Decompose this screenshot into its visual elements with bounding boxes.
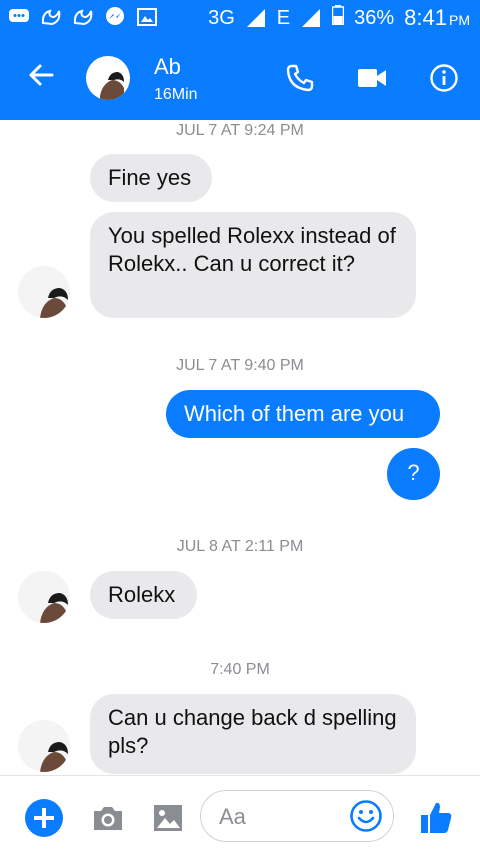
- message-bubble-outgoing[interactable]: ?: [387, 448, 440, 500]
- message-bubble-outgoing[interactable]: Which of them are you: [166, 390, 440, 438]
- message-bubble-incoming[interactable]: Fine yes: [90, 154, 212, 202]
- phone-icon[interactable]: [280, 58, 320, 98]
- composer-bar: [0, 775, 480, 855]
- emoji-icon[interactable]: [349, 799, 383, 833]
- uc-browser-icon: [40, 6, 62, 28]
- message-input-container[interactable]: [200, 790, 394, 842]
- avatar: [18, 720, 70, 772]
- messenger-icon: [104, 6, 126, 28]
- timestamp: 7:40 PM: [210, 661, 270, 678]
- thumbs-up-icon[interactable]: [416, 798, 456, 838]
- timestamp: JUL 8 AT 2:11 PM: [176, 538, 304, 555]
- contact-name[interactable]: Ab: [154, 54, 181, 80]
- info-icon[interactable]: [424, 58, 464, 98]
- timestamp: JUL 7 AT 9:40 PM: [176, 357, 304, 374]
- avatar[interactable]: [86, 56, 130, 100]
- avatar: [18, 266, 70, 318]
- chat-bubble-icon: [8, 6, 30, 28]
- active-status: 16Min: [154, 86, 198, 103]
- avatar: [18, 571, 70, 623]
- camera-icon[interactable]: [88, 798, 128, 838]
- status-bar: 3G E 36% 8:41 PM: [0, 0, 480, 36]
- message-input[interactable]: [217, 803, 351, 831]
- plus-icon[interactable]: [24, 798, 64, 838]
- back-arrow-icon[interactable]: [24, 58, 58, 92]
- message-bubble-incoming[interactable]: Can u change back d spelling pls?: [90, 694, 416, 774]
- conversation-header: Ab 16Min: [0, 36, 480, 120]
- gallery-icon: [136, 6, 158, 28]
- battery-icon: [331, 5, 345, 31]
- message-bubble-incoming[interactable]: You spelled Rolexx instead of Rolekx.. C…: [90, 212, 416, 318]
- message-bubble-incoming[interactable]: Rolekx: [90, 571, 197, 619]
- signal-icon: [245, 8, 267, 28]
- battery-level: 36%: [354, 6, 395, 29]
- signal-icon: [300, 8, 322, 28]
- timestamp: JUL 7 AT 9:24 PM: [176, 122, 304, 139]
- network-type-label-2: E: [276, 6, 291, 29]
- uc-browser-icon: [72, 6, 94, 28]
- clock: 8:41 PM: [404, 5, 470, 30]
- network-type-label: 3G: [208, 6, 235, 29]
- message-thread[interactable]: JUL 7 AT 9:24 PM Fine yes You spelled Ro…: [0, 120, 480, 775]
- video-icon[interactable]: [352, 58, 392, 98]
- image-icon[interactable]: [148, 798, 188, 838]
